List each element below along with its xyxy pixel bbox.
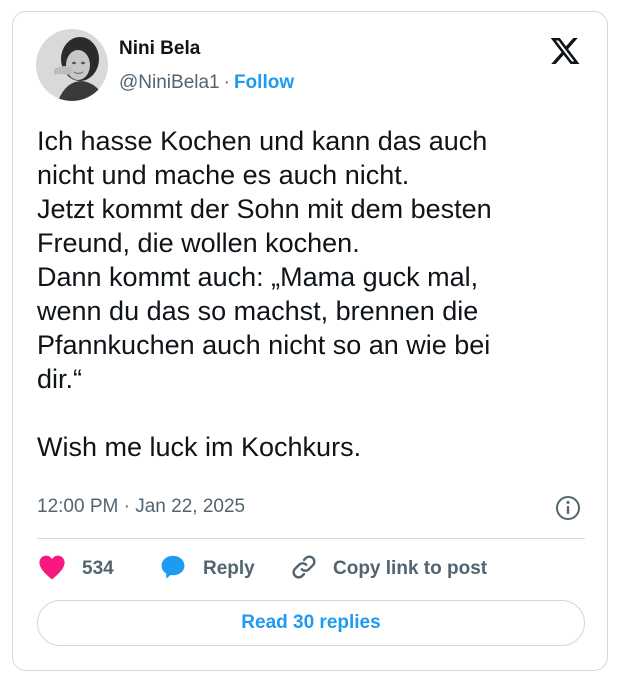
action-bar: 534 Reply Copy link to post xyxy=(13,552,607,586)
heart-icon xyxy=(38,554,66,585)
reply-label: Reply xyxy=(203,558,255,579)
info-icon[interactable] xyxy=(554,494,582,522)
speech-bubble-icon xyxy=(159,553,187,586)
handle-row: @NiniBela1 · Follow xyxy=(119,72,294,94)
x-logo-icon[interactable] xyxy=(548,35,582,67)
reply-button[interactable]: Reply xyxy=(159,552,255,586)
avatar-photo xyxy=(36,29,108,101)
copy-link-label: Copy link to post xyxy=(333,558,488,579)
copy-link-button[interactable]: Copy link to post xyxy=(289,552,487,586)
author-handle[interactable]: @NiniBela1 xyxy=(119,72,220,93)
separator-dot: · xyxy=(223,72,230,93)
tweet-timestamp[interactable]: 12:00 PM · Jan 22, 2025 xyxy=(37,496,245,518)
like-button[interactable]: 534 xyxy=(38,552,114,586)
author-name[interactable]: Nini Bela xyxy=(119,38,200,60)
avatar[interactable] xyxy=(36,29,108,101)
likes-count: 534 xyxy=(82,558,114,579)
follow-button[interactable]: Follow xyxy=(234,72,294,93)
tweet-text: Ich hasse Kochen und kann das auch nicht… xyxy=(37,126,492,462)
read-replies-button[interactable]: Read 30 replies xyxy=(37,600,585,646)
divider xyxy=(37,538,585,539)
tweet-card: Nini Bela @NiniBela1 · Follow Ich hasse Ko… xyxy=(12,11,608,671)
link-icon xyxy=(289,552,319,587)
